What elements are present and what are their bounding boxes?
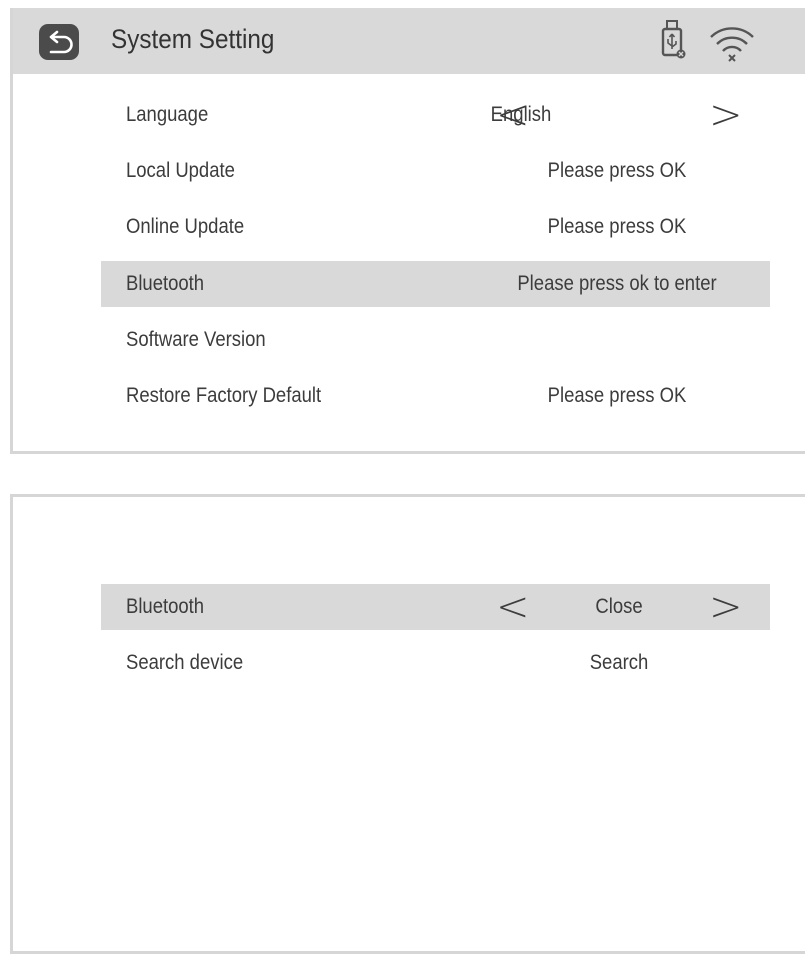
setting-label: Bluetooth bbox=[126, 272, 205, 295]
setting-row-local-update[interactable]: Local Update Please press OK bbox=[101, 148, 770, 194]
setting-value: Please press OK bbox=[547, 159, 687, 182]
setting-value: Please press OK bbox=[547, 215, 687, 238]
setting-row-bluetooth[interactable]: Bluetooth Please press ok to enter bbox=[101, 261, 770, 307]
bluetooth-toggle-row[interactable]: Bluetooth < Close > bbox=[101, 584, 770, 630]
page-title: System Setting bbox=[111, 24, 275, 54]
setting-row-online-update[interactable]: Online Update Please press OK bbox=[101, 204, 770, 250]
setting-label: Software Version bbox=[126, 328, 266, 351]
usb-drive-icon bbox=[658, 19, 694, 68]
back-arrow-icon[interactable] bbox=[39, 24, 79, 60]
search-device-row[interactable]: Search device Search bbox=[101, 640, 770, 686]
setting-row-restore-factory-default[interactable]: Restore Factory Default Please press OK bbox=[101, 373, 770, 419]
setting-label: Language bbox=[126, 103, 209, 126]
title-bar: System Setting bbox=[13, 8, 805, 74]
setting-label: Search device bbox=[126, 651, 244, 674]
wifi-disconnected-icon bbox=[707, 22, 757, 69]
setting-label: Online Update bbox=[126, 215, 245, 238]
bluetooth-panel: Bluetooth < Close > Search device Search bbox=[10, 494, 805, 954]
search-value: Search bbox=[589, 651, 649, 674]
setting-value: English bbox=[490, 103, 552, 126]
system-setting-panel: System Setting Language < English > Loca… bbox=[10, 8, 805, 454]
right-arrow-icon[interactable]: > bbox=[709, 584, 743, 630]
setting-value: Please press OK bbox=[547, 384, 687, 407]
setting-value: Please press ok to enter bbox=[517, 272, 717, 295]
setting-label: Restore Factory Default bbox=[126, 384, 322, 407]
setting-label: Bluetooth bbox=[126, 595, 205, 618]
setting-row-software-version[interactable]: Software Version bbox=[101, 317, 770, 363]
setting-label: Local Update bbox=[126, 159, 235, 182]
setting-row-language[interactable]: Language < English > bbox=[101, 92, 770, 138]
right-arrow-icon[interactable]: > bbox=[709, 92, 743, 138]
